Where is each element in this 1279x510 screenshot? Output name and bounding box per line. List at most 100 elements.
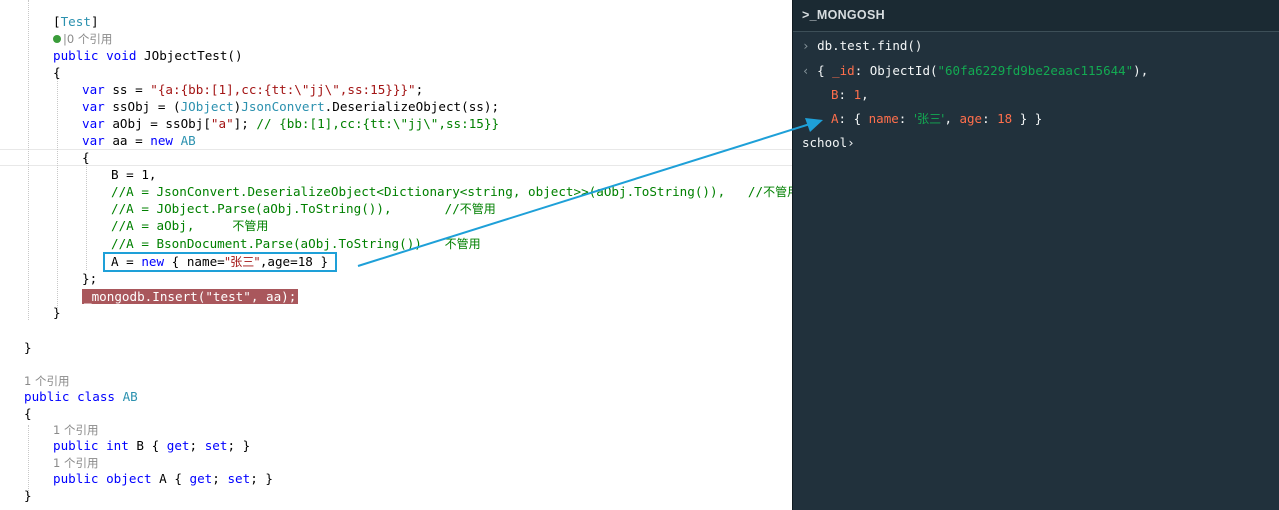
code-line-ss[interactable]: var ss = "{a:{bb:[1],cc:{tt:\"jj\",ss:15… (82, 81, 423, 98)
code-line-brace[interactable]: { (82, 149, 90, 166)
keyword: var (82, 99, 105, 114)
result-chevron-icon: ‹ (802, 63, 810, 78)
codelens-class-ref[interactable]: 1 个引用 (24, 372, 69, 389)
mongosh-panel[interactable]: >_MONGOSH › db.test.find() ‹ { _id: Obje… (792, 0, 1279, 510)
type-name: JsonConvert (241, 99, 325, 114)
result-key: B (831, 87, 839, 102)
codelens-prop-a-ref[interactable]: 1 个引用 (53, 454, 98, 471)
codelens-ref-count[interactable]: 1 个引用 (53, 423, 98, 437)
result-text: { (853, 111, 869, 126)
code-line-method-signature[interactable]: public void JObjectTest() (53, 47, 243, 64)
result-text: : (838, 111, 854, 126)
code-line-aa[interactable]: var aa = new AB (82, 132, 196, 149)
code-line-comment[interactable]: //A = aObj, 不管用 (111, 217, 268, 234)
code-text: B { (128, 438, 167, 453)
keyword: new (150, 133, 173, 148)
code-comment: 不管用 (459, 202, 496, 216)
brace: { (24, 406, 32, 421)
type-name: JObject (180, 99, 234, 114)
code-text: aObj = ssObj[ (104, 116, 211, 131)
code-text: , aa); (250, 289, 297, 304)
code-line-brace[interactable]: { (53, 64, 61, 81)
code-line-brace[interactable]: { (24, 405, 32, 422)
result-text: { (817, 63, 833, 78)
result-string: '张三' (913, 112, 945, 126)
code-comment: 不管用 (763, 185, 792, 199)
code-text: ; } (227, 438, 251, 453)
prompt-chevron-icon: › (847, 135, 855, 150)
code-text: ]; (233, 116, 257, 131)
shell-input-line[interactable]: school› (802, 134, 855, 152)
code-line-comment[interactable]: //A = JsonConvert.DeserializeObject<Dict… (111, 183, 792, 200)
keyword: object (106, 471, 152, 486)
result-key: _id (832, 63, 855, 78)
mongosh-title: >_MONGOSH (802, 8, 885, 22)
attr-bracket: [ (53, 14, 61, 29)
code-line-aobj[interactable]: var aObj = ssObj["a"]; // {bb:[1],cc:{tt… (82, 115, 499, 132)
codelens-ref-count[interactable]: 0 个引用 (67, 32, 112, 46)
string-literal: "张三" (224, 255, 260, 269)
brace: { (53, 65, 61, 80)
code-line-ssobj[interactable]: var ssObj = (JObject)JsonConvert.Deseria… (82, 98, 499, 115)
code-line-insert[interactable]: _mongodb.Insert("test", aa); (82, 288, 299, 305)
indent-guide (86, 153, 87, 270)
code-line-attribute[interactable]: [Test] (53, 13, 99, 30)
brace: } (24, 488, 32, 503)
codelens-test-ref[interactable]: |0 个引用 (53, 30, 112, 47)
code-line-b-assign[interactable]: B = 1, (111, 166, 157, 183)
keyword: var (82, 133, 105, 148)
result-text: } } (1012, 111, 1043, 126)
keyword: new (141, 254, 165, 269)
result-text: , (944, 111, 952, 126)
code-line-brace[interactable]: } (24, 339, 32, 356)
keyword: set (227, 471, 251, 486)
code-text: aa = (104, 133, 151, 148)
codelens-prop-b-ref[interactable]: 1 个引用 (53, 421, 98, 438)
result-text: : (838, 87, 854, 102)
keyword: get (166, 438, 190, 453)
keyword: public (53, 438, 99, 453)
code-comment: //A = aObj, (111, 218, 233, 233)
code-text: ; (189, 438, 205, 453)
code-line-closing[interactable]: }; (82, 270, 97, 287)
string-literal: "{a:{bb:[1],cc:{tt:\"jj\",ss:15}}}" (150, 82, 416, 97)
code-text: ssObj = ( (104, 99, 181, 114)
result-string: "60fa6229fd9be2eaac115644" (937, 63, 1134, 78)
code-line-brace[interactable]: } (53, 304, 61, 321)
codelens-ref-count[interactable]: 1 个引用 (24, 374, 69, 388)
code-line-comment[interactable]: //A = BsonDocument.Parse(aObj.ToString()… (111, 235, 481, 252)
brace: } (53, 305, 61, 320)
shell-result-line: B: 1, (831, 86, 869, 104)
shell-result-line: ‹ { _id: ObjectId("60fa6229fd9be2eaac115… (802, 62, 1148, 80)
code-text: .DeserializeObject(ss); (324, 99, 500, 114)
result-key: age (959, 111, 983, 126)
codelens-ref-count[interactable]: 1 个引用 (53, 456, 98, 470)
code-text: ss = (104, 82, 151, 97)
result-key: A (831, 111, 839, 126)
code-line-class-decl[interactable]: public class AB (24, 388, 138, 405)
code-line-comment[interactable]: //A = JObject.Parse(aObj.ToString()), //… (111, 200, 496, 217)
code-line-a-assign[interactable]: A = new { name="张三",age=18 } (111, 253, 328, 270)
keyword: set (204, 438, 228, 453)
brace: } (24, 340, 32, 355)
code-editor[interactable]: [Test] |0 个引用 public void JObjectTest() … (0, 0, 792, 510)
keyword: class (77, 389, 116, 404)
code-line-prop-a[interactable]: public object A { get; set; } (53, 470, 273, 487)
test-passed-icon[interactable] (53, 34, 61, 43)
code-line-prop-b[interactable]: public int B { get; set; } (53, 437, 250, 454)
keyword: public (24, 389, 70, 404)
code-line-brace[interactable]: } (24, 487, 32, 504)
result-text: ), (1133, 63, 1149, 78)
result-number: 18 (997, 111, 1013, 126)
indent-guide (28, 425, 29, 495)
result-text: , (861, 87, 869, 102)
code-comment: //A = JsonConvert.DeserializeObject<Dict… (111, 184, 764, 199)
code-text: B = 1, (111, 167, 157, 182)
attr-name: Test (60, 14, 91, 29)
shell-command-line[interactable]: › db.test.find() (802, 37, 922, 55)
keyword: get (189, 471, 213, 486)
shell-command: db.test.find() (817, 38, 923, 53)
result-text: ObjectId( (869, 63, 938, 78)
code-comment: //A = BsonDocument.Parse(aObj.ToString()… (111, 236, 445, 251)
breakpoint-highlight[interactable]: _mongodb.Insert("test", aa); (82, 289, 299, 304)
